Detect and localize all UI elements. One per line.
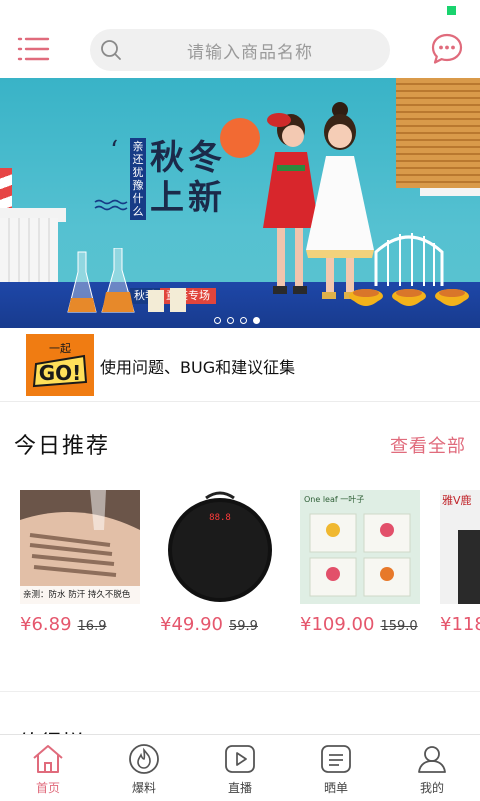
go-logo-icon: GO! 一起 bbox=[26, 334, 94, 396]
product-price: ¥109.00 bbox=[300, 614, 375, 635]
tab-hot[interactable]: 爆料 bbox=[96, 735, 192, 801]
carousel-dot[interactable] bbox=[240, 317, 247, 324]
user-icon bbox=[418, 746, 446, 773]
document-icon bbox=[321, 745, 351, 773]
search-input[interactable]: 请输入商品名称 bbox=[90, 29, 390, 71]
status-indicator bbox=[447, 6, 456, 15]
product-price: ¥118 bbox=[440, 614, 480, 635]
carousel-dot[interactable] bbox=[227, 317, 234, 324]
view-all-link[interactable]: 查看全部 bbox=[390, 432, 466, 458]
product-image-caption: One leaf 一叶子 bbox=[304, 495, 365, 504]
product-image: 雅V鹿 bbox=[440, 490, 480, 604]
product-image-caption: 亲测：防水 防汗 持久不脱色 bbox=[23, 590, 131, 600]
notice-go-image: GO! 一起 bbox=[26, 334, 94, 396]
banner-model-girl-white bbox=[306, 102, 374, 299]
section-title: 今日推荐 bbox=[14, 434, 111, 459]
menu-icon[interactable] bbox=[16, 32, 50, 66]
product-price: ¥49.90 bbox=[160, 614, 223, 635]
carousel-dot-active[interactable] bbox=[253, 317, 260, 324]
chat-bubble-icon[interactable] bbox=[430, 32, 464, 66]
product-card[interactable]: 亲测：防水 防汗 持久不脱色 ¥6.89 16.9 bbox=[20, 490, 140, 635]
tab-label: 直播 bbox=[227, 781, 252, 795]
banner-quote-mark: ‘ bbox=[110, 136, 119, 166]
tab-label: 首页 bbox=[35, 781, 60, 795]
tab-live[interactable]: 直播 bbox=[192, 735, 288, 801]
banner-orange-circle bbox=[220, 118, 260, 158]
search-placeholder: 请输入商品名称 bbox=[187, 43, 313, 63]
banner-blinds-decoration bbox=[396, 78, 480, 188]
product-price-row: ¥49.90 59.9 bbox=[160, 614, 280, 635]
product-price-row: ¥118 bbox=[440, 614, 480, 635]
product-card[interactable]: 88.8 ¥49.90 59.9 bbox=[160, 490, 280, 635]
carousel-indicator bbox=[214, 317, 266, 325]
product-old-price: 16.9 bbox=[77, 619, 107, 634]
recommend-section: 今日推荐 查看全部 亲测：防水 防汗 持久不脱色 ¥6.89 16.9 88.8… bbox=[0, 402, 480, 692]
feedback-notice[interactable]: GO! 一起 使用问题、BUG和建议征集 bbox=[0, 328, 480, 402]
play-icon bbox=[225, 745, 255, 773]
top-bar: 请输入商品名称 bbox=[0, 22, 480, 78]
notice-text: 使用问题、BUG和建议征集 bbox=[100, 358, 296, 377]
product-price-row: ¥109.00 159.0 bbox=[300, 614, 420, 635]
tab-label: 爆料 bbox=[131, 781, 156, 795]
product-card[interactable]: One leaf 一叶子 ¥109.00 159.0 bbox=[300, 490, 420, 635]
banner-chair-decoration bbox=[374, 233, 444, 286]
product-old-price: 59.9 bbox=[228, 619, 258, 634]
wave-icon bbox=[94, 199, 128, 211]
tab-home[interactable]: 首页 bbox=[0, 735, 96, 801]
promo-banner[interactable]: ‘ 亲还犹豫什么 秋冬 上新 秋季 童装专场 bbox=[0, 78, 480, 328]
banner-flasks-decoration bbox=[67, 248, 186, 313]
product-image: One leaf 一叶子 bbox=[300, 490, 420, 604]
product-image: 亲测：防水 防汗 持久不脱色 bbox=[20, 490, 140, 604]
home-icon bbox=[33, 745, 63, 773]
banner-bowls-decoration bbox=[349, 289, 469, 306]
tab-mine[interactable]: 我的 bbox=[384, 735, 480, 801]
product-price-row: ¥6.89 16.9 bbox=[20, 614, 140, 635]
fire-icon bbox=[129, 744, 159, 774]
bottom-tab-bar: 首页 爆料 直播 晒单 我的 bbox=[0, 734, 480, 800]
next-section: 值得拼 bbox=[0, 692, 480, 734]
product-price: ¥6.89 bbox=[20, 614, 72, 635]
product-card[interactable]: 雅V鹿 ¥118 bbox=[440, 490, 480, 635]
section-title: 值得拼 bbox=[18, 726, 84, 734]
product-old-price: 159.0 bbox=[380, 619, 418, 634]
tab-showcase[interactable]: 晒单 bbox=[288, 735, 384, 801]
banner-vertical-text: 亲还犹豫什么 bbox=[130, 138, 146, 220]
svg-text:GO!: GO! bbox=[39, 361, 82, 385]
carousel-dot[interactable] bbox=[214, 317, 221, 324]
product-image-caption: 雅V鹿 bbox=[442, 494, 472, 507]
svg-text:88.8: 88.8 bbox=[209, 513, 231, 523]
svg-text:一起: 一起 bbox=[49, 342, 71, 355]
tab-label: 晒单 bbox=[323, 781, 348, 795]
banner-title-line2: 上新 bbox=[150, 178, 226, 218]
product-image: 88.8 bbox=[160, 490, 280, 604]
banner-shelf-decoration bbox=[420, 188, 480, 196]
tab-label: 我的 bbox=[419, 781, 444, 795]
